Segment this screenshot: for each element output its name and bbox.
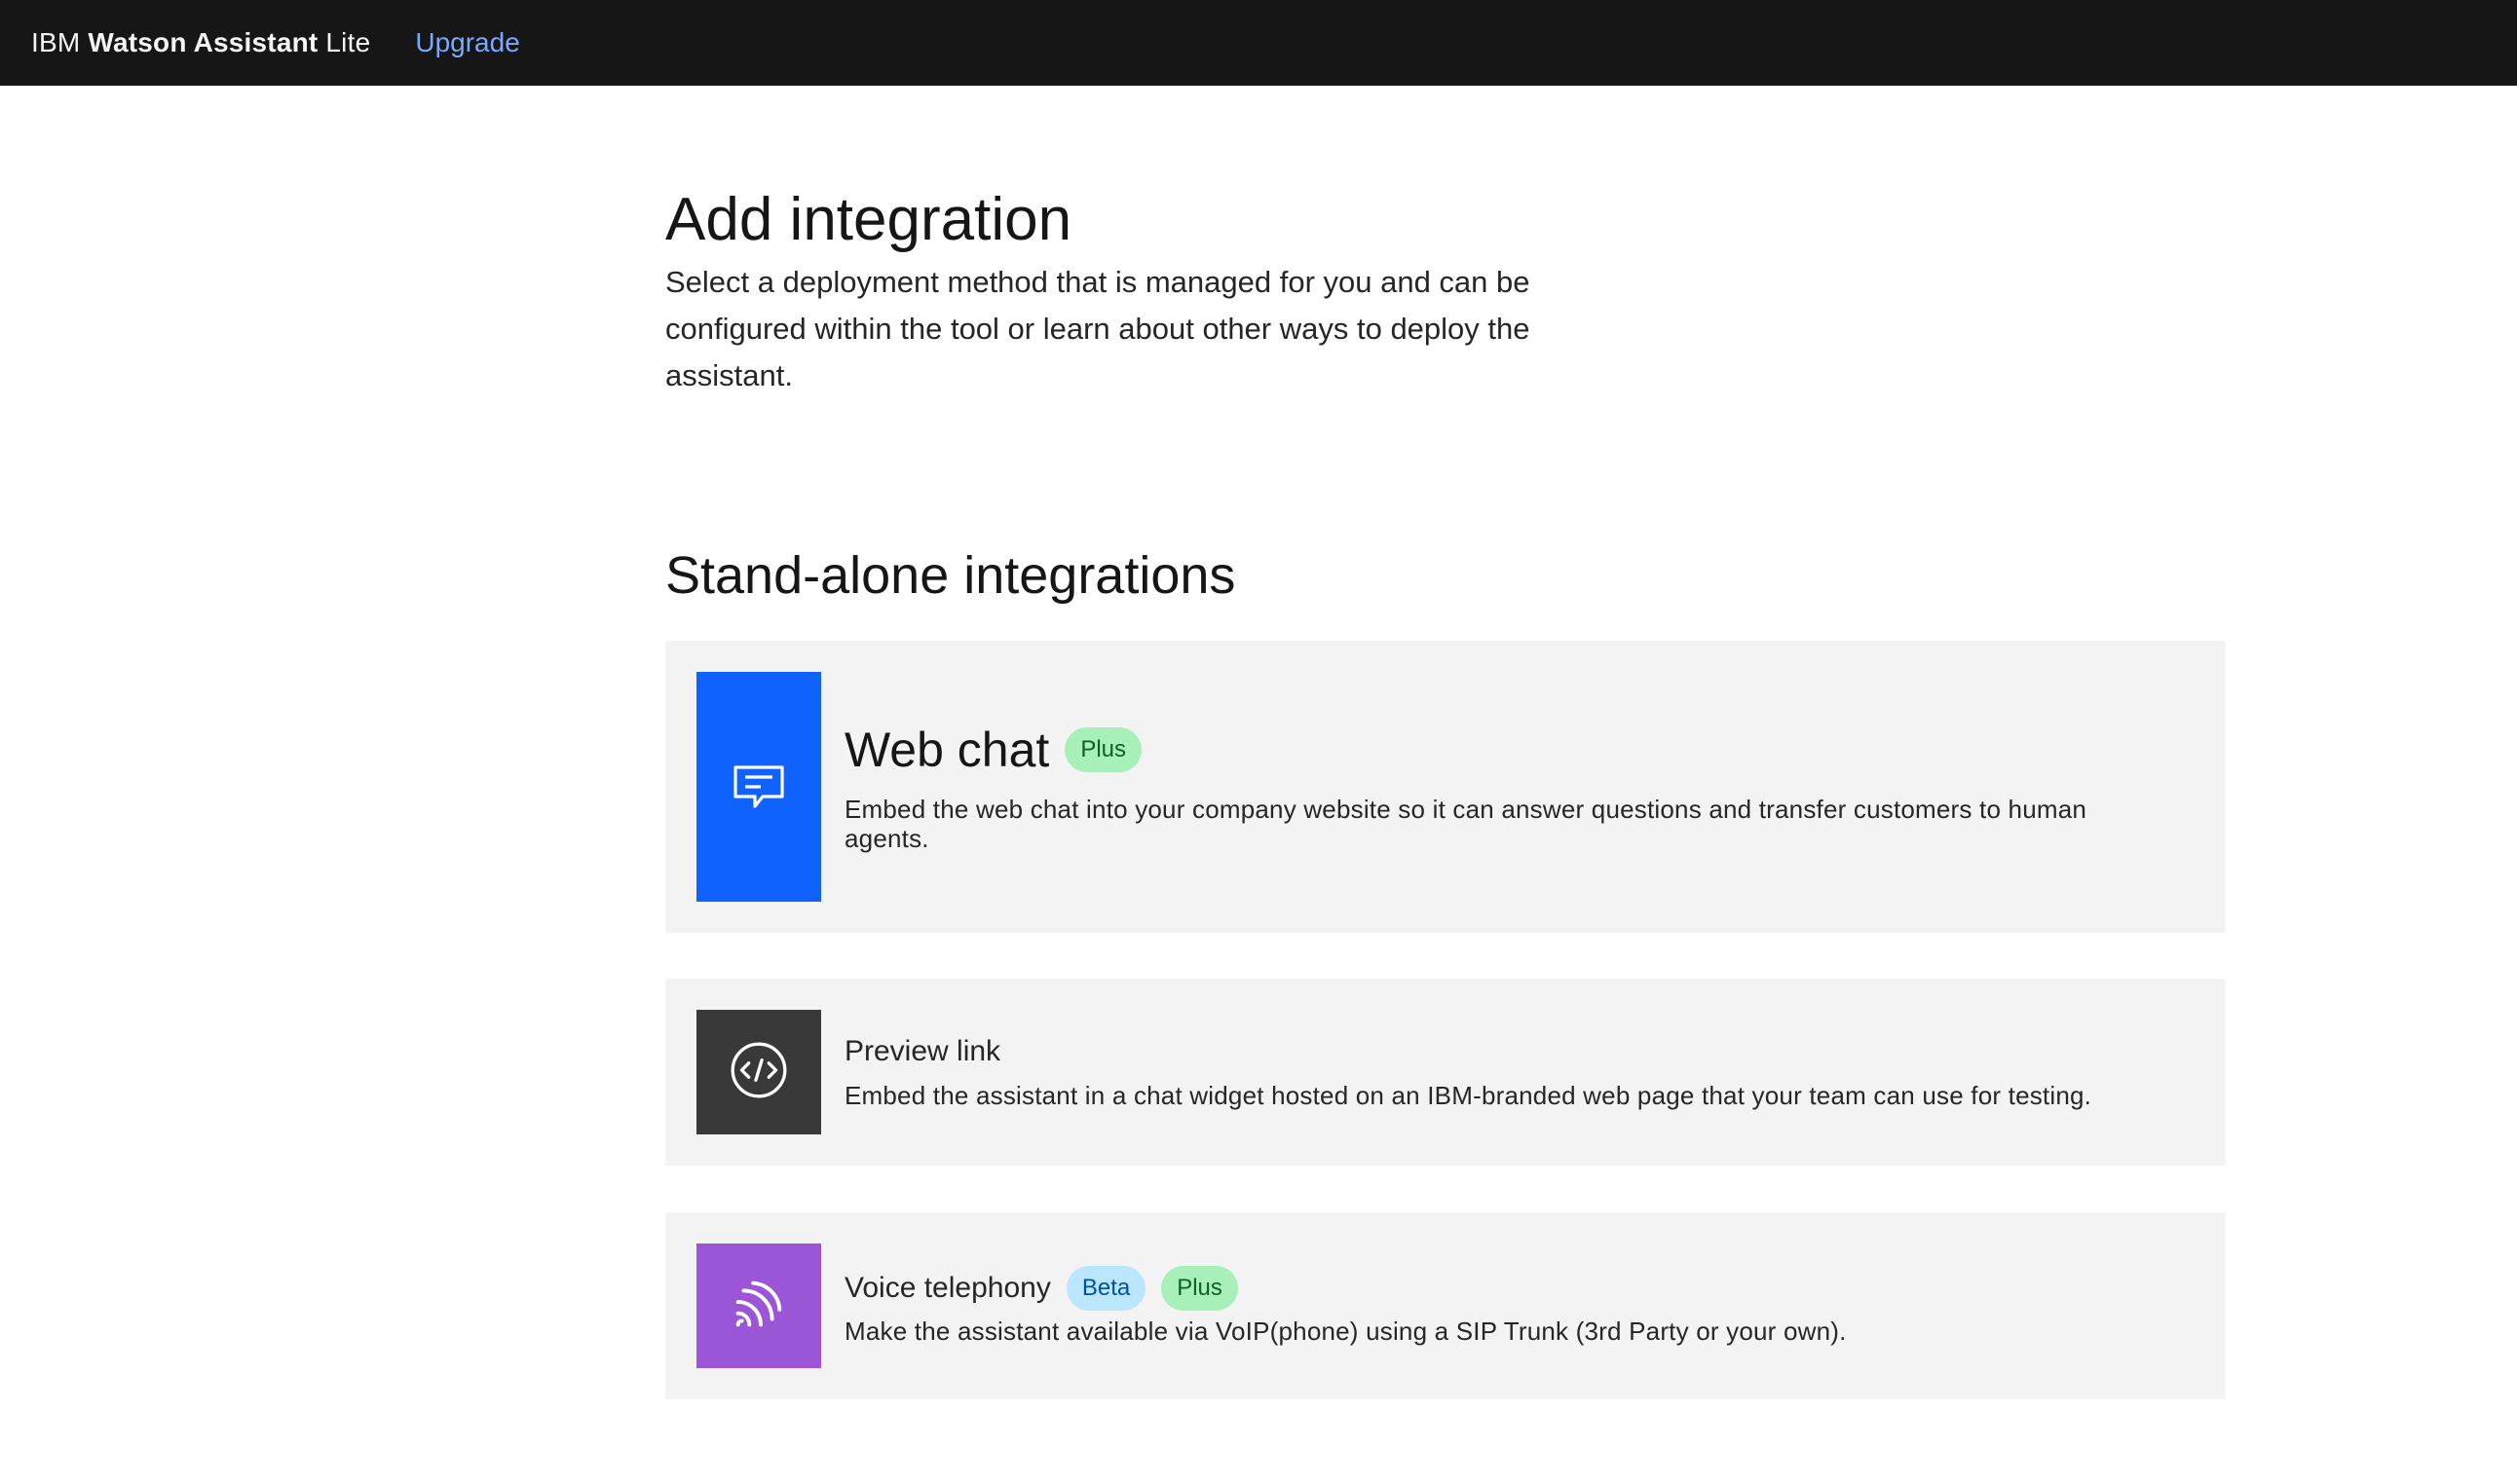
integration-card-preview-link[interactable]: Preview link Embed the assistant in a ch… bbox=[665, 979, 2226, 1166]
web-chat-body: Web chat Plus Embed the web chat into yo… bbox=[845, 721, 2195, 853]
code-icon bbox=[727, 1038, 791, 1107]
page-title: Add integration bbox=[665, 186, 1072, 253]
voice-telephony-tile bbox=[696, 1243, 821, 1368]
web-chat-title: Web chat bbox=[845, 723, 1050, 777]
web-chat-description: Embed the web chat into your company web… bbox=[845, 795, 2087, 853]
plus-tag: Plus bbox=[1161, 1266, 1238, 1311]
top-navigation-bar: IBM Watson Assistant Lite Upgrade bbox=[0, 0, 2517, 86]
page-description: Select a deployment method that is manag… bbox=[665, 265, 1530, 392]
voice-telephony-description: Make the assistant available via VoIP(ph… bbox=[845, 1317, 1847, 1346]
plus-tag: Plus bbox=[1065, 727, 1142, 772]
voice-telephony-body: Voice telephony Beta Plus Make the assis… bbox=[845, 1266, 2195, 1346]
product-name[interactable]: IBM Watson Assistant Lite bbox=[31, 27, 370, 58]
integration-card-voice-telephony[interactable]: Voice telephony Beta Plus Make the assis… bbox=[665, 1212, 2226, 1399]
preview-link-body: Preview link Embed the assistant in a ch… bbox=[845, 1034, 2195, 1110]
web-chat-tile bbox=[696, 672, 821, 902]
integration-card-web-chat[interactable]: Web chat Plus Embed the web chat into yo… bbox=[665, 641, 2226, 933]
preview-link-title: Preview link bbox=[845, 1035, 1001, 1067]
brand-prefix: IBM bbox=[31, 27, 81, 57]
preview-link-description: Embed the assistant in a chat widget hos… bbox=[845, 1081, 2092, 1110]
brand-product: Watson Assistant bbox=[88, 27, 319, 57]
section-title: Stand-alone integrations bbox=[665, 546, 1236, 605]
chat-bubble-icon bbox=[728, 754, 790, 821]
voice-waves-icon bbox=[729, 1274, 789, 1339]
voice-telephony-title: Voice telephony bbox=[845, 1272, 1051, 1304]
brand-plan: Lite bbox=[325, 27, 371, 57]
upgrade-link[interactable]: Upgrade bbox=[415, 27, 519, 58]
preview-link-tile bbox=[696, 1010, 821, 1134]
beta-tag: Beta bbox=[1066, 1266, 1146, 1311]
